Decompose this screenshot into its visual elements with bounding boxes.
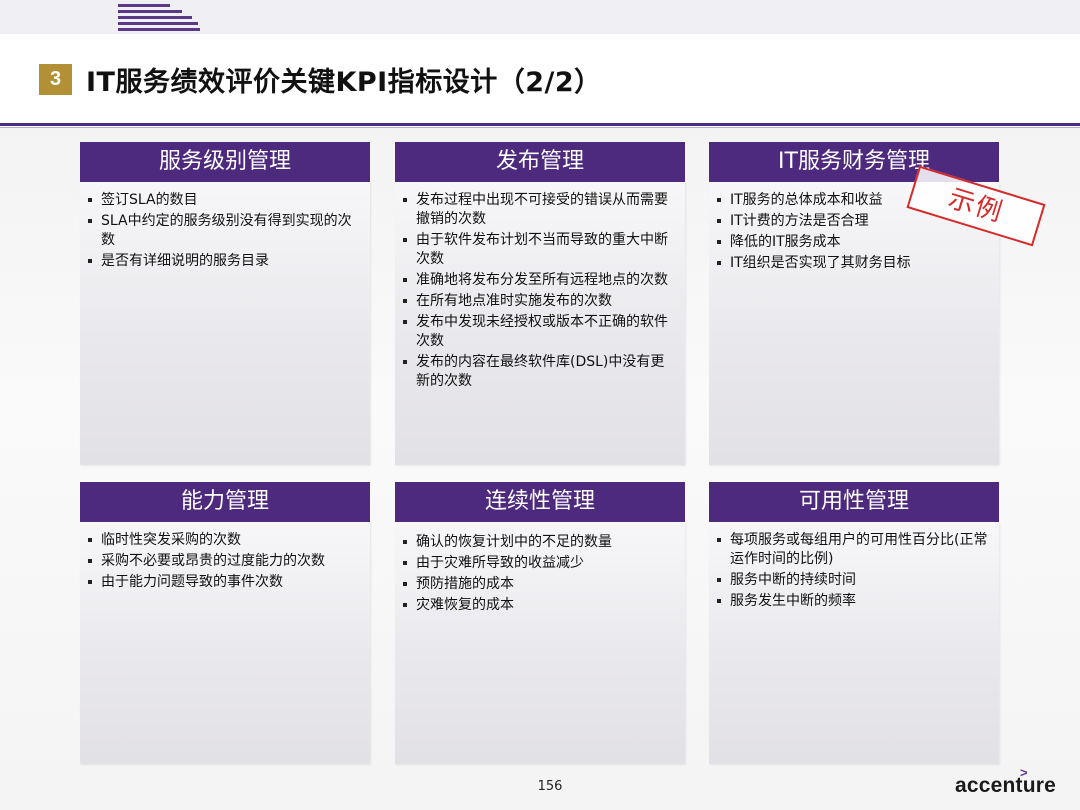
- card-body: 每项服务或每组用户的可用性百分比(正常运作时间的比例) 服务中断的持续时间 服务…: [709, 522, 999, 764]
- card-release-management: 发布管理 发布过程中出现不可接受的错误从而需要撤销的次数 由于软件发布计划不当而…: [395, 142, 685, 465]
- bullet-list: 确认的恢复计划中的不足的数量 由于灾难所导致的收益减少 预防措施的成本 灾难恢复…: [403, 533, 675, 615]
- list-item: 灾难恢复的成本: [403, 596, 675, 615]
- list-item: 每项服务或每组用户的可用性百分比(正常运作时间的比例): [717, 531, 989, 569]
- top-bar: [0, 0, 1080, 34]
- card-service-level-management: 服务级别管理 签订SLA的数目 SLA中约定的服务级别没有得到实现的次数 是否有…: [80, 142, 370, 465]
- list-item: 是否有详细说明的服务目录: [88, 252, 360, 271]
- bullet-list: 临时性突发采购的次数 采购不必要或昂贵的过度能力的次数 由于能力问题导致的事件次…: [88, 531, 360, 592]
- list-item: 服务发生中断的频率: [717, 592, 989, 611]
- list-item: 确认的恢复计划中的不足的数量: [403, 533, 675, 552]
- brand-stripes: [0, 0, 200, 34]
- list-item: 准确地将发布分发至所有远程地点的次数: [403, 271, 675, 290]
- section-number-badge: 3: [39, 64, 72, 95]
- list-item: 由于灾难所导致的收益减少: [403, 554, 675, 573]
- bullet-list: 发布过程中出现不可接受的错误从而需要撤销的次数 由于软件发布计划不当而导致的重大…: [403, 191, 675, 391]
- list-item: 由于软件发布计划不当而导致的重大中断次数: [403, 231, 675, 269]
- card-body: IT服务的总体成本和收益 IT计费的方法是否合理 降低的IT服务成本 IT组织是…: [709, 182, 999, 465]
- title-divider: [0, 123, 1080, 126]
- bullet-list: 每项服务或每组用户的可用性百分比(正常运作时间的比例) 服务中断的持续时间 服务…: [717, 531, 989, 611]
- page-title: IT服务绩效评价关键KPI指标设计（2/2）: [86, 67, 602, 98]
- list-item: 发布过程中出现不可接受的错误从而需要撤销的次数: [403, 191, 675, 229]
- card-continuity-management: 连续性管理 确认的恢复计划中的不足的数量 由于灾难所导致的收益减少 预防措施的成…: [395, 482, 685, 764]
- company-logo: accenture: [955, 774, 1057, 797]
- list-item: 由于能力问题导致的事件次数: [88, 573, 360, 592]
- list-item: 发布的内容在最终软件库(DSL)中没有更新的次数: [403, 353, 675, 391]
- card-body: 临时性突发采购的次数 采购不必要或昂贵的过度能力的次数 由于能力问题导致的事件次…: [80, 522, 370, 764]
- card-title: 发布管理: [395, 142, 685, 182]
- list-item: 在所有地点准时实施发布的次数: [403, 292, 675, 311]
- list-item: 发布中发现未经授权或版本不正确的软件次数: [403, 313, 675, 351]
- card-body: 发布过程中出现不可接受的错误从而需要撤销的次数 由于软件发布计划不当而导致的重大…: [395, 182, 685, 465]
- card-title: 服务级别管理: [80, 142, 370, 182]
- list-item: 服务中断的持续时间: [717, 571, 989, 590]
- card-body: 确认的恢复计划中的不足的数量 由于灾难所导致的收益减少 预防措施的成本 灾难恢复…: [395, 522, 685, 764]
- list-item: 降低的IT服务成本: [717, 233, 989, 252]
- list-item: 采购不必要或昂贵的过度能力的次数: [88, 552, 360, 571]
- card-title: 连续性管理: [395, 482, 685, 522]
- list-item: IT组织是否实现了其财务目标: [717, 254, 989, 273]
- card-capacity-management: 能力管理 临时性突发采购的次数 采购不必要或昂贵的过度能力的次数 由于能力问题导…: [80, 482, 370, 764]
- page-number: 156: [537, 779, 563, 794]
- list-item: 签订SLA的数目: [88, 191, 360, 210]
- card-body: 签订SLA的数目 SLA中约定的服务级别没有得到实现的次数 是否有详细说明的服务…: [80, 182, 370, 465]
- bullet-list: 签订SLA的数目 SLA中约定的服务级别没有得到实现的次数 是否有详细说明的服务…: [88, 191, 360, 271]
- list-item: 临时性突发采购的次数: [88, 531, 360, 550]
- card-title: 可用性管理: [709, 482, 999, 522]
- card-availability-management: 可用性管理 每项服务或每组用户的可用性百分比(正常运作时间的比例) 服务中断的持…: [709, 482, 999, 764]
- list-item: SLA中约定的服务级别没有得到实现的次数: [88, 212, 360, 250]
- card-title: 能力管理: [80, 482, 370, 522]
- list-item: 预防措施的成本: [403, 575, 675, 594]
